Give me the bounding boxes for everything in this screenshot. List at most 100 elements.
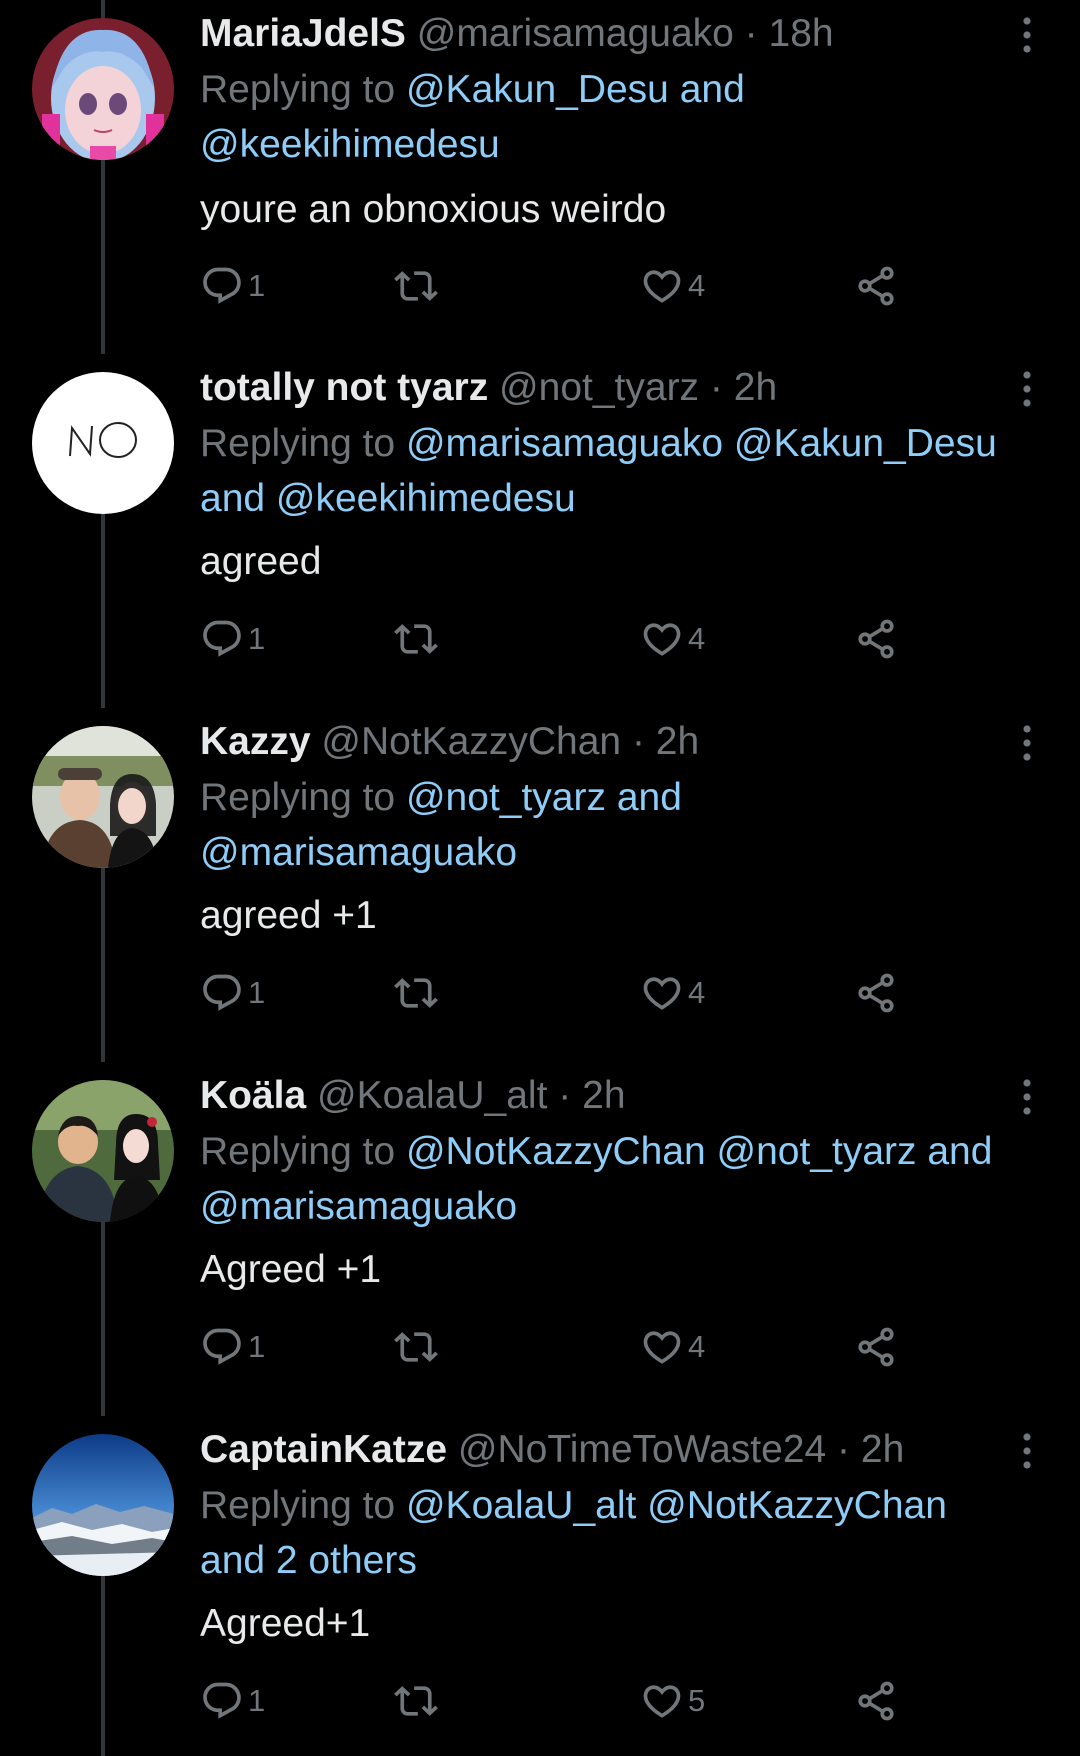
tweet-text: youre an obnoxious weirdo bbox=[200, 188, 667, 231]
like-count: 4 bbox=[688, 268, 706, 303]
like-button[interactable]: 4 bbox=[640, 614, 705, 664]
tweet[interactable]: MariaJdelS @marisamaguako · 18h Replying… bbox=[0, 0, 1080, 354]
action-bar: 1 4 bbox=[200, 261, 920, 311]
more-options-icon[interactable] bbox=[1012, 1076, 1042, 1118]
like-count: 4 bbox=[688, 621, 706, 656]
reply-icon bbox=[203, 267, 241, 304]
share-button[interactable] bbox=[854, 261, 898, 311]
timestamp[interactable]: 2h bbox=[582, 1074, 625, 1117]
heart-icon bbox=[643, 977, 681, 1010]
reply-icon bbox=[203, 974, 241, 1011]
reply-button[interactable]: 1 bbox=[200, 261, 265, 311]
reply-button[interactable]: 1 bbox=[200, 614, 265, 664]
mountain-avatar-image bbox=[32, 1434, 174, 1576]
share-button[interactable] bbox=[854, 1676, 898, 1726]
photo-avatar-image bbox=[32, 1080, 174, 1222]
like-count: 4 bbox=[688, 1329, 706, 1364]
tweet-text: Agreed +1 bbox=[200, 1248, 382, 1291]
tweet-header: totally not tyarz @not_tyarz · 2h bbox=[200, 364, 777, 412]
timestamp[interactable]: 18h bbox=[769, 12, 834, 55]
display-name[interactable]: Kazzy bbox=[200, 720, 311, 763]
avatar[interactable]: NO bbox=[32, 372, 174, 514]
reply-button[interactable]: 1 bbox=[200, 968, 265, 1018]
retweet-button[interactable] bbox=[394, 614, 442, 664]
heart-icon bbox=[643, 1331, 681, 1364]
tweet-header: CaptainKatze @NoTimeToWaste24 · 2h bbox=[200, 1426, 904, 1474]
replying-to-prefix: Replying to bbox=[200, 1130, 396, 1173]
reply-count: 1 bbox=[248, 975, 266, 1010]
heart-icon bbox=[643, 1685, 681, 1718]
separator-dot: · bbox=[558, 1074, 572, 1117]
tweet[interactable]: CaptainKatze @NoTimeToWaste24 · 2h Reply… bbox=[0, 1416, 1080, 1756]
retweet-icon bbox=[394, 978, 438, 1008]
thread-connector-line bbox=[101, 514, 105, 708]
conversation-thread: MariaJdelS @marisamaguako · 18h Replying… bbox=[0, 0, 1080, 1756]
like-button[interactable]: 5 bbox=[640, 1676, 705, 1726]
share-icon bbox=[858, 619, 894, 659]
share-button[interactable] bbox=[854, 614, 898, 664]
timestamp[interactable]: 2h bbox=[656, 720, 699, 763]
avatar[interactable] bbox=[32, 18, 174, 160]
replying-to: Replying to @not_tyarz and @marisamaguak… bbox=[200, 770, 760, 880]
thread-connector-line bbox=[101, 868, 105, 1062]
avatar-text: NO bbox=[32, 372, 34, 373]
tweet-header: Kazzy @NotKazzyChan · 2h bbox=[200, 718, 699, 766]
retweet-button[interactable] bbox=[394, 1322, 442, 1372]
more-options-icon[interactable] bbox=[1012, 722, 1042, 764]
display-name[interactable]: MariaJdelS bbox=[200, 12, 406, 55]
user-handle[interactable]: @NoTimeToWaste24 bbox=[458, 1428, 826, 1471]
heart-icon bbox=[643, 623, 681, 656]
display-name[interactable]: totally not tyarz bbox=[200, 366, 488, 409]
reply-count: 1 bbox=[248, 268, 266, 303]
more-options-icon[interactable] bbox=[1012, 368, 1042, 410]
retweet-icon bbox=[394, 1332, 438, 1362]
avatar[interactable] bbox=[32, 1434, 174, 1576]
user-handle[interactable]: @NotKazzyChan bbox=[321, 720, 621, 763]
timestamp[interactable]: 2h bbox=[734, 366, 777, 409]
avatar[interactable] bbox=[32, 1080, 174, 1222]
like-button[interactable]: 4 bbox=[640, 261, 705, 311]
retweet-button[interactable] bbox=[394, 1676, 442, 1726]
reply-button[interactable]: 1 bbox=[200, 1676, 265, 1726]
retweet-button[interactable] bbox=[394, 261, 442, 311]
more-options-icon[interactable] bbox=[1012, 14, 1042, 56]
display-name[interactable]: Koäla bbox=[200, 1074, 306, 1117]
tweet[interactable]: Koäla @KoalaU_alt · 2h Replying to @NotK… bbox=[0, 1062, 1080, 1416]
reply-icon bbox=[203, 1328, 241, 1365]
timestamp[interactable]: 2h bbox=[861, 1428, 904, 1471]
reply-button[interactable]: 1 bbox=[200, 1322, 265, 1372]
tweet[interactable]: NO totally not tyarz @not_tyarz · 2h Rep… bbox=[0, 354, 1080, 708]
user-handle[interactable]: @marisamaguako bbox=[417, 12, 734, 55]
replying-to: Replying to @Kakun_Desu and @keekihimede… bbox=[200, 62, 800, 172]
thread-connector-line bbox=[101, 1222, 105, 1416]
display-name[interactable]: CaptainKatze bbox=[200, 1428, 447, 1471]
more-options-icon[interactable] bbox=[1012, 1430, 1042, 1472]
reply-count: 1 bbox=[248, 1329, 266, 1364]
retweet-button[interactable] bbox=[394, 968, 442, 1018]
action-bar: 1 5 bbox=[200, 1676, 920, 1726]
separator-dot: · bbox=[631, 720, 645, 763]
replying-to-prefix: Replying to bbox=[200, 1484, 396, 1527]
action-bar: 1 4 bbox=[200, 1322, 920, 1372]
replying-to: Replying to @KoalaU_alt @NotKazzyChan an… bbox=[200, 1478, 1020, 1588]
replying-to: Replying to @marisamaguako @Kakun_Desu a… bbox=[200, 416, 1040, 526]
share-icon bbox=[858, 1681, 894, 1721]
user-handle[interactable]: @not_tyarz bbox=[499, 366, 699, 409]
tweet[interactable]: Kazzy @NotKazzyChan · 2h Replying to @no… bbox=[0, 708, 1080, 1062]
separator-dot: · bbox=[837, 1428, 851, 1471]
share-icon bbox=[858, 266, 894, 306]
thread-connector-line bbox=[101, 1576, 105, 1756]
avatar[interactable] bbox=[32, 726, 174, 868]
photo-avatar-image bbox=[32, 726, 174, 868]
retweet-icon bbox=[394, 271, 438, 301]
tweet-text: agreed bbox=[200, 540, 322, 583]
reply-count: 1 bbox=[248, 621, 266, 656]
tweet-text: agreed +1 bbox=[200, 894, 377, 937]
user-handle[interactable]: @KoalaU_alt bbox=[317, 1074, 547, 1117]
share-icon bbox=[858, 1327, 894, 1367]
like-button[interactable]: 4 bbox=[640, 1322, 705, 1372]
share-button[interactable] bbox=[854, 968, 898, 1018]
share-button[interactable] bbox=[854, 1322, 898, 1372]
like-button[interactable]: 4 bbox=[640, 968, 705, 1018]
separator-dot: · bbox=[744, 12, 758, 55]
